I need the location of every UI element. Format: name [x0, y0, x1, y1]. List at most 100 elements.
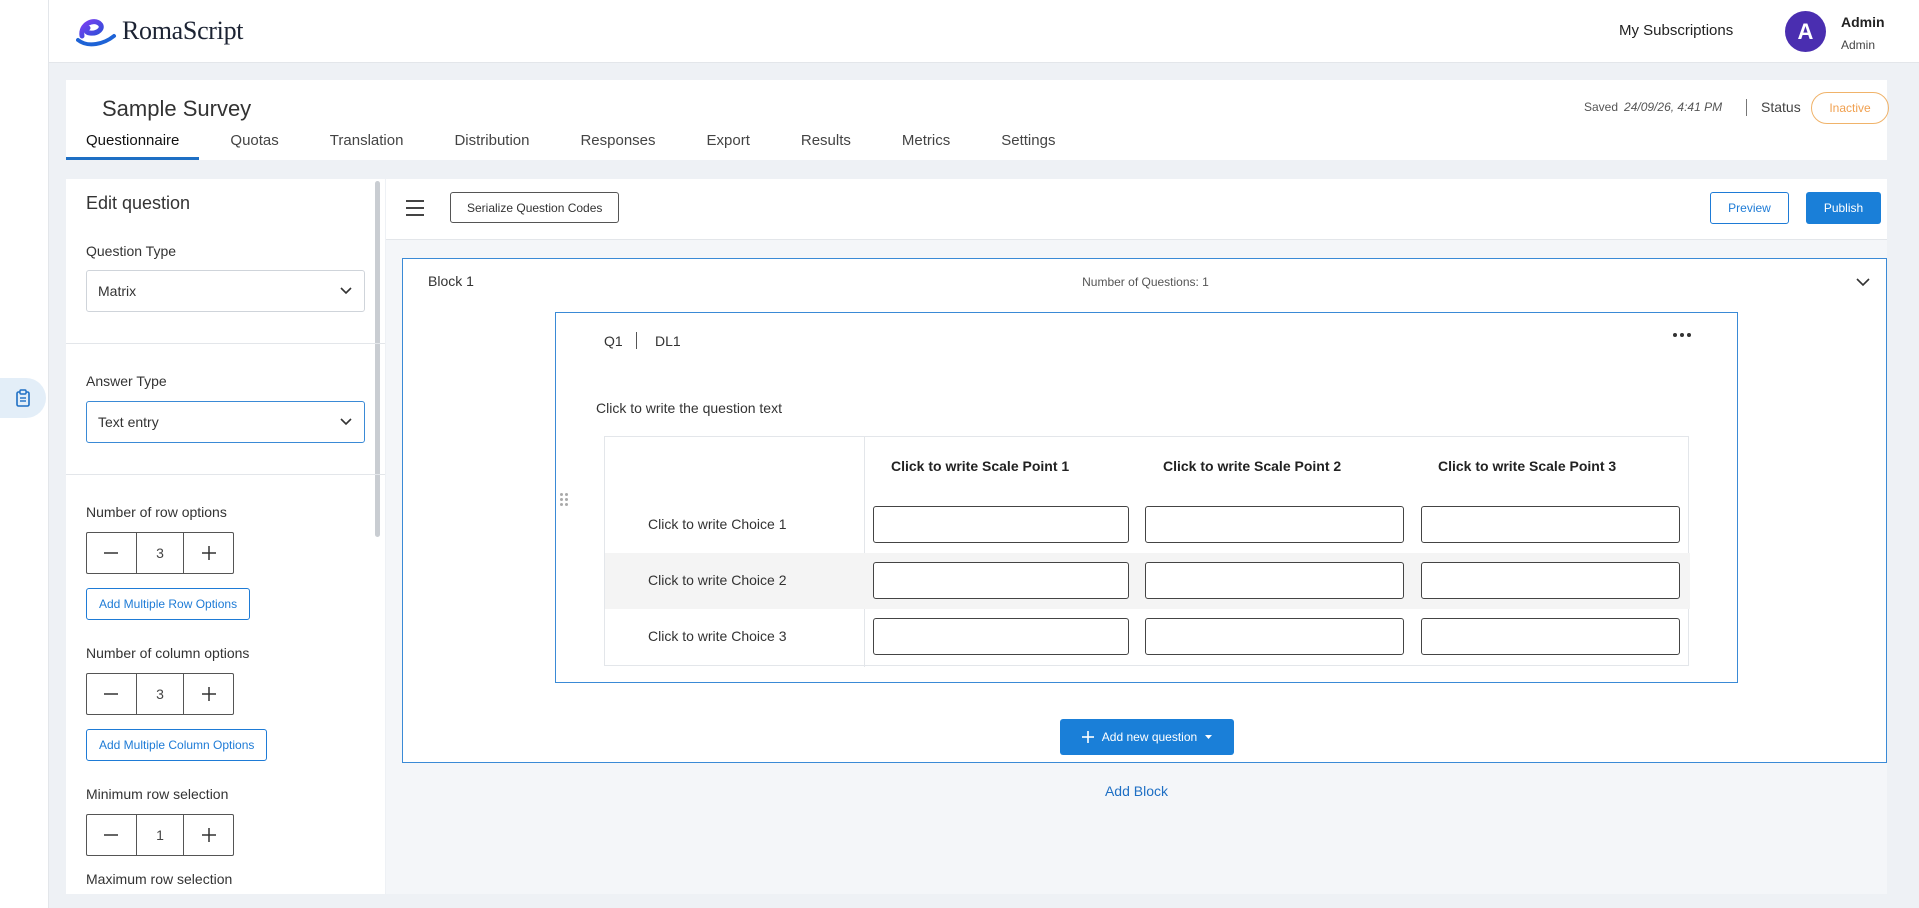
add-block-link[interactable]: Add Block [386, 783, 1887, 799]
status-badge[interactable]: Inactive [1811, 92, 1889, 124]
scale-point-header[interactable]: Click to write Scale Point 2 [1163, 458, 1341, 474]
survey-header: Sample Survey Saved 24/09/26, 4:41 PM Sta… [66, 80, 1889, 160]
separator [1746, 99, 1747, 116]
survey-title: Sample Survey [102, 96, 252, 121]
add-new-question-button[interactable]: Add new question [1060, 719, 1234, 755]
tab-distribution[interactable]: Distribution [423, 127, 549, 160]
text-entry-input[interactable] [1421, 618, 1680, 655]
increment-button[interactable] [184, 674, 233, 714]
text-entry-input[interactable] [1421, 506, 1680, 543]
plus-icon [201, 687, 216, 701]
menu-icon[interactable] [406, 200, 426, 218]
add-multiple-row-options-button[interactable]: Add Multiple Row Options [86, 588, 251, 620]
increment-button[interactable] [184, 815, 233, 855]
choice-label[interactable]: Click to write Choice 2 [648, 572, 787, 588]
minus-icon [104, 552, 119, 554]
tab-export[interactable]: Export [676, 127, 770, 160]
min-row-selection-stepper: 1 [86, 814, 234, 856]
collapse-block-button[interactable] [1856, 274, 1870, 292]
my-subscriptions-link[interactable]: My Subscriptions [1619, 22, 1733, 39]
edit-question-panel: Edit question Question Type Matrix Answe… [66, 179, 385, 894]
question-type-label: Question Type [86, 243, 177, 259]
min-row-selection-value[interactable]: 1 [135, 815, 185, 855]
top-header: RomaScript My Subscriptions A Admin Admi… [49, 0, 1919, 63]
saved-indicator: Saved 24/09/26, 4:41 PM [1584, 100, 1722, 114]
main-editor: Serialize Question Codes Preview Publish… [386, 179, 1887, 894]
column-options-value[interactable]: 3 [135, 674, 185, 714]
question-type-select[interactable]: Matrix [86, 270, 365, 312]
more-options-icon[interactable] [1673, 333, 1691, 337]
table-row: Click to write Choice 1 [605, 497, 1690, 553]
serialize-question-codes-button[interactable]: Serialize Question Codes [450, 192, 620, 223]
drag-handle-icon[interactable] [560, 493, 568, 506]
text-entry-input[interactable] [873, 618, 1129, 655]
question-label: DL1 [655, 333, 681, 349]
question-text[interactable]: Click to write the question text [596, 400, 782, 416]
survey-tabs: Questionnaire Quotas Translation Distrib… [66, 127, 1075, 160]
status-label: Status [1761, 99, 1801, 115]
publish-button[interactable]: Publish [1806, 192, 1881, 224]
scale-point-header[interactable]: Click to write Scale Point 1 [891, 458, 1069, 474]
user-role: Admin [1841, 38, 1876, 52]
preview-button[interactable]: Preview [1710, 192, 1789, 224]
tab-responses[interactable]: Responses [549, 127, 675, 160]
tab-quotas[interactable]: Quotas [199, 127, 298, 160]
decrement-button[interactable] [87, 815, 136, 855]
tab-questionnaire[interactable]: Questionnaire [66, 127, 200, 160]
tab-settings[interactable]: Settings [970, 127, 1075, 160]
text-entry-input[interactable] [873, 562, 1129, 599]
text-entry-input[interactable] [1145, 506, 1404, 543]
column-options-label: Number of column options [86, 645, 250, 661]
app-logo[interactable]: RomaScript [76, 14, 244, 48]
user-name: Admin [1841, 14, 1885, 30]
text-entry-input[interactable] [1145, 618, 1404, 655]
minus-icon [104, 834, 119, 836]
row-options-stepper: 3 [86, 532, 234, 574]
saved-time: 24/09/26, 4:41 PM [1624, 100, 1723, 114]
question-count: Number of Questions: 1 [1082, 275, 1209, 289]
decrement-button[interactable] [87, 533, 136, 573]
scale-point-header[interactable]: Click to write Scale Point 3 [1438, 458, 1616, 474]
saved-label: Saved [1584, 100, 1619, 114]
tab-results[interactable]: Results [770, 127, 871, 160]
separator [636, 332, 637, 349]
table-row: Click to write Choice 3 [605, 609, 1690, 665]
edit-panel-title: Edit question [86, 193, 191, 213]
questionnaire-nav-button[interactable] [0, 378, 46, 418]
question-type-value: Matrix [98, 283, 137, 299]
increment-button[interactable] [184, 533, 233, 573]
answer-type-label: Answer Type [86, 373, 167, 389]
text-entry-input[interactable] [1421, 562, 1680, 599]
caret-down-icon [1205, 734, 1213, 739]
add-block-label[interactable]: Add Block [1105, 783, 1168, 799]
divider [66, 474, 385, 475]
matrix-table: Click to write Scale Point 1 Click to wr… [604, 436, 1690, 667]
answer-type-value: Text entry [98, 414, 159, 430]
chevron-down-icon [1856, 278, 1870, 287]
text-entry-input[interactable] [873, 506, 1129, 543]
tab-translation[interactable]: Translation [299, 127, 424, 160]
block-1: Block 1 Number of Questions: 1 Q1 DL1 Cl… [402, 258, 1887, 763]
choice-label[interactable]: Click to write Choice 3 [648, 628, 787, 644]
tab-metrics[interactable]: Metrics [871, 127, 970, 160]
row-options-value[interactable]: 3 [135, 533, 185, 573]
matrix-header: Click to write Scale Point 1 Click to wr… [605, 437, 1690, 497]
column-options-stepper: 3 [86, 673, 234, 715]
question-card[interactable]: Q1 DL1 Click to write the question text … [555, 312, 1738, 683]
row-options-label: Number of row options [86, 504, 227, 520]
plus-icon [201, 828, 216, 842]
choice-label[interactable]: Click to write Choice 1 [648, 516, 787, 532]
table-row: Click to write Choice 2 [605, 553, 1690, 609]
chevron-down-icon [340, 287, 352, 295]
answer-type-select[interactable]: Text entry [86, 401, 365, 443]
panel-scrollbar[interactable] [375, 181, 380, 537]
add-new-question-label: Add new question [1101, 730, 1198, 744]
chevron-down-icon [340, 418, 352, 426]
text-entry-input[interactable] [1145, 562, 1404, 599]
minus-icon [104, 693, 119, 695]
max-row-selection-label: Maximum row selection [86, 871, 233, 887]
divider [66, 343, 385, 344]
decrement-button[interactable] [87, 674, 136, 714]
avatar[interactable]: A [1785, 11, 1826, 52]
add-multiple-column-options-button[interactable]: Add Multiple Column Options [86, 729, 268, 761]
